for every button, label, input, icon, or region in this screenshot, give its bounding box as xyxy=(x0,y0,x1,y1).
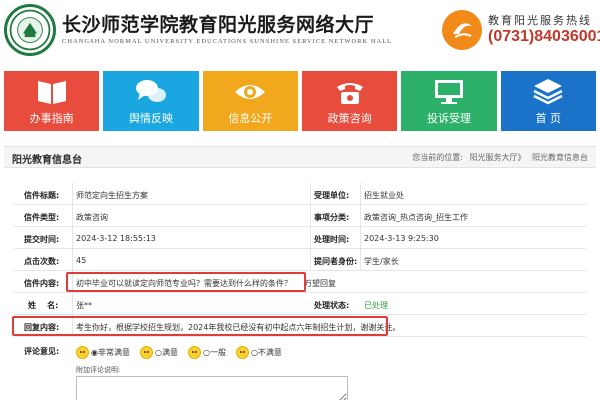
layers-icon xyxy=(531,77,565,107)
chat-bubbles-icon xyxy=(134,77,168,107)
rating-unsatisfied[interactable]: ○不满意 xyxy=(235,346,282,359)
nav-tile-policy-consult[interactable]: 政策咨询 xyxy=(301,71,398,131)
submit-time-value: 2024-3-12 18:55:13 xyxy=(76,234,156,243)
page-title: 阳光教育信息台 xyxy=(12,155,82,166)
rating-label: ◉非常满意 xyxy=(91,348,130,357)
handle-time-label: 处理时间: xyxy=(314,235,350,244)
letter-detail-table: 信件标题: 师范定向生招生方案 受理单位: 招生就业处 信件类型: 政策咨询 事… xyxy=(12,183,586,400)
hotline-number: (0731)84036001 xyxy=(488,28,600,45)
main-nav: 办事指南 舆情反映 信息公开 政策咨询 投诉受理 首 页 xyxy=(4,71,596,131)
comment-label: 评论意见: xyxy=(24,347,60,356)
extra-comment-input[interactable] xyxy=(76,376,348,400)
nav-tile-public-opinion[interactable]: 舆情反映 xyxy=(103,71,199,131)
type-label: 信件类型: xyxy=(24,213,60,222)
content-suffix: 万望回复 xyxy=(304,279,336,288)
sad-face-icon xyxy=(235,346,249,359)
monitor-icon xyxy=(432,77,466,107)
very-happy-face-icon xyxy=(76,346,89,359)
breadcrumb-current: 阳光教育信息台 xyxy=(532,153,588,162)
university-logo-icon[interactable] xyxy=(4,4,56,56)
status-badge: 已处理 xyxy=(364,301,388,310)
nav-tile-label: 首 页 xyxy=(535,112,562,125)
identity-value: 学生/家长 xyxy=(364,257,399,266)
type-value: 政策咨询 xyxy=(76,213,108,222)
eye-icon xyxy=(233,77,267,107)
extra-comment-label: 附加评论说明: xyxy=(76,366,121,374)
clicks-label: 点击次数: xyxy=(24,257,60,266)
table-row: 信件类型: 政策咨询 事项分类: 政策咨询_热点咨询_招生工作 xyxy=(14,205,586,227)
rating-label: ○一般 xyxy=(202,348,226,357)
nav-tile-label: 办事指南 xyxy=(29,112,74,125)
rating-label: ○满意 xyxy=(154,348,178,357)
breadcrumb: 阳光教育信息台 您当前的位置: 阳光服务大厅》 阳光教育信息台 xyxy=(4,146,596,168)
nav-tile-label: 投诉受理 xyxy=(426,112,471,125)
rating-satisfied[interactable]: ○满意 xyxy=(139,346,178,359)
table-row: 点击次数: 45 提问者身份: 学生/家长 xyxy=(14,249,586,271)
name-label: 姓 名: xyxy=(28,301,59,310)
breadcrumb-prefix: 您当前的位置: xyxy=(412,153,463,162)
site-title: 长沙师范学院教育阳光服务网络大厅 xyxy=(62,14,375,36)
title-label: 信件标题: xyxy=(24,191,60,200)
hotline-label: 教育阳光服务热线 xyxy=(488,14,592,27)
name-value: 张** xyxy=(76,301,92,310)
highlight-question-box xyxy=(66,272,306,292)
clicks-value: 45 xyxy=(76,256,87,265)
nav-tile-label: 舆情反映 xyxy=(128,112,173,125)
nav-tile-service-guide[interactable]: 办事指南 xyxy=(4,71,100,131)
happy-face-icon xyxy=(139,346,153,359)
site-subtitle: CHANGSHA NORMAL UNIVERSITY EDUCATIONS SU… xyxy=(62,38,393,45)
breadcrumb-link-hall[interactable]: 阳光服务大厅》 xyxy=(469,153,525,162)
nav-tile-home[interactable]: 首 页 xyxy=(500,71,596,131)
rating-label: ○不满意 xyxy=(250,348,282,357)
rating-options: ◉非常满意 ○满意 ○一般 ○不满意 xyxy=(76,346,282,359)
nav-tile-info-disclosure[interactable]: 信息公开 xyxy=(202,71,298,131)
category-value: 政策咨询_热点咨询_招生工作 xyxy=(364,213,468,222)
neutral-face-icon xyxy=(187,346,201,359)
submit-time-label: 提交时间: xyxy=(24,235,60,244)
rating-very-satisfied[interactable]: ◉非常满意 xyxy=(76,346,130,359)
nav-tile-label: 政策咨询 xyxy=(327,112,372,125)
content-label: 信件内容: xyxy=(24,279,60,288)
telephone-icon xyxy=(333,77,367,107)
status-label: 处理状态: xyxy=(314,301,350,310)
rating-neutral[interactable]: ○一般 xyxy=(187,346,226,359)
dept-label: 受理单位: xyxy=(314,191,350,200)
nav-tile-label: 信息公开 xyxy=(228,112,273,125)
title-value: 师范定向生招生方案 xyxy=(76,191,148,200)
table-row: 姓 名: 张** 处理状态: 已处理 xyxy=(14,293,586,315)
dept-value: 招生就业处 xyxy=(364,191,404,200)
identity-label: 提问者身份: xyxy=(314,257,358,266)
handle-time-value: 2024-3-13 9:25:30 xyxy=(364,234,439,243)
breadcrumb-location: 您当前的位置: 阳光服务大厅》 阳光教育信息台 xyxy=(408,152,588,163)
site-header: 长沙师范学院教育阳光服务网络大厅 CHANGSHA NORMAL UNIVERS… xyxy=(0,0,600,64)
table-row: 提交时间: 2024-3-12 18:55:13 处理时间: 2024-3-13… xyxy=(14,227,586,249)
book-icon xyxy=(35,77,69,107)
table-row: 信件标题: 师范定向生招生方案 受理单位: 招生就业处 xyxy=(14,183,586,205)
nav-tile-complaint[interactable]: 投诉受理 xyxy=(401,71,497,131)
category-label: 事项分类: xyxy=(314,213,350,222)
highlight-reply-box xyxy=(12,316,388,336)
hotline-logo-icon xyxy=(442,10,482,50)
